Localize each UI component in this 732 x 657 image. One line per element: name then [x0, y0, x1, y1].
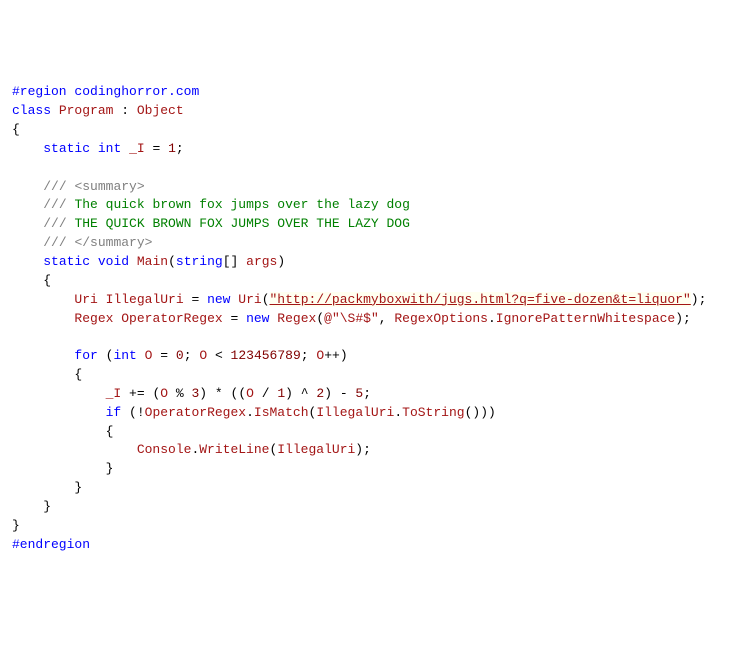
semi: ; — [363, 386, 371, 401]
verbatim-prefix: @ — [324, 311, 332, 326]
kw-new: new — [246, 311, 269, 326]
eq: = — [152, 348, 175, 363]
var: O — [199, 348, 207, 363]
brace: { — [106, 424, 114, 439]
kw-string: string — [176, 254, 223, 269]
var: IllegalUri — [316, 405, 394, 420]
op-div: / — [254, 386, 277, 401]
op-mul: * — [207, 386, 230, 401]
xml-doc-line: /// The quick brown fox jumps over the l… — [43, 197, 410, 212]
kw-int: int — [113, 348, 136, 363]
xml-doc-line: /// THE QUICK BROWN FOX JUMPS OVER THE L… — [43, 216, 410, 231]
colon: : — [113, 103, 136, 118]
enum-type: RegexOptions — [394, 311, 488, 326]
dot: . — [394, 405, 402, 420]
paren: ) — [675, 311, 683, 326]
op-inc: ++ — [324, 348, 340, 363]
brace: { — [43, 273, 51, 288]
semi: ; — [301, 348, 309, 363]
num: 1 — [277, 386, 285, 401]
xml-doc: /// <summary> — [43, 179, 144, 194]
ctor: Uri — [238, 292, 261, 307]
semi: ; — [363, 442, 371, 457]
paren: ) — [355, 442, 363, 457]
method: Main — [137, 254, 168, 269]
kw-static: static — [43, 141, 90, 156]
paren: ( — [238, 386, 246, 401]
parens: () — [465, 405, 481, 420]
paren: ) — [199, 386, 207, 401]
paren: ) — [691, 292, 699, 307]
paren: ) — [340, 348, 348, 363]
op-lt: < — [207, 348, 230, 363]
brace: } — [43, 499, 51, 514]
var: IllegalUri — [277, 442, 355, 457]
string-uri: "http://packmyboxwith/jugs.html?q=five-d… — [270, 292, 691, 307]
var: IllegalUri — [106, 292, 184, 307]
brace: { — [12, 122, 20, 137]
paren: ( — [168, 254, 176, 269]
brace: } — [106, 461, 114, 476]
class-name: Program — [59, 103, 114, 118]
preproc-region: #region codinghorror.com — [12, 84, 199, 99]
eq: = — [223, 311, 246, 326]
op-minus: - — [332, 386, 355, 401]
brace: } — [12, 518, 20, 533]
kw-static: static — [43, 254, 90, 269]
ctor: Regex — [277, 311, 316, 326]
brackets: [] — [223, 254, 239, 269]
enum-member: IgnorePatternWhitespace — [496, 311, 675, 326]
op-xor: ^ — [293, 386, 316, 401]
num: 123456789 — [231, 348, 301, 363]
op-not: ! — [137, 405, 145, 420]
paren: ) — [324, 386, 332, 401]
type-console: Console — [137, 442, 192, 457]
op-mod: % — [168, 386, 191, 401]
method: IsMatch — [254, 405, 309, 420]
comma: , — [379, 311, 395, 326]
num-1: 1 — [168, 141, 176, 156]
paren: ) — [480, 405, 488, 420]
code-block: #region codinghorror.com class Program :… — [12, 83, 720, 554]
var: O — [160, 386, 168, 401]
field: _I — [129, 141, 145, 156]
paren: ( — [129, 405, 137, 420]
brace: { — [74, 367, 82, 382]
preproc-endregion: #endregion — [12, 537, 90, 552]
semi: ; — [184, 348, 192, 363]
num: 0 — [176, 348, 184, 363]
var: O — [246, 386, 254, 401]
semi: ; — [683, 311, 691, 326]
var: OperatorRegex — [121, 311, 222, 326]
paren: ( — [262, 292, 270, 307]
paren: ) — [277, 254, 285, 269]
string-regex: "\S#$" — [332, 311, 379, 326]
type-regex: Regex — [74, 311, 113, 326]
kw-void: void — [98, 254, 129, 269]
semi: ; — [699, 292, 707, 307]
xml-doc: /// </summary> — [43, 235, 152, 250]
field: _I — [106, 386, 122, 401]
kw-class: class — [12, 103, 51, 118]
base-class: Object — [137, 103, 184, 118]
var: OperatorRegex — [145, 405, 246, 420]
kw-for: for — [74, 348, 97, 363]
kw-int: int — [98, 141, 121, 156]
kw-new: new — [207, 292, 230, 307]
type-uri: Uri — [74, 292, 97, 307]
paren: ( — [316, 311, 324, 326]
paren: ) — [285, 386, 293, 401]
op-pluseq: += — [121, 386, 152, 401]
kw-if: if — [106, 405, 122, 420]
paren: ) — [488, 405, 496, 420]
semi: ; — [176, 141, 184, 156]
method: WriteLine — [199, 442, 269, 457]
eq: = — [184, 292, 207, 307]
arg: args — [246, 254, 277, 269]
method: ToString — [402, 405, 464, 420]
eq: = — [145, 141, 168, 156]
dot: . — [488, 311, 496, 326]
dot: . — [246, 405, 254, 420]
brace: } — [74, 480, 82, 495]
